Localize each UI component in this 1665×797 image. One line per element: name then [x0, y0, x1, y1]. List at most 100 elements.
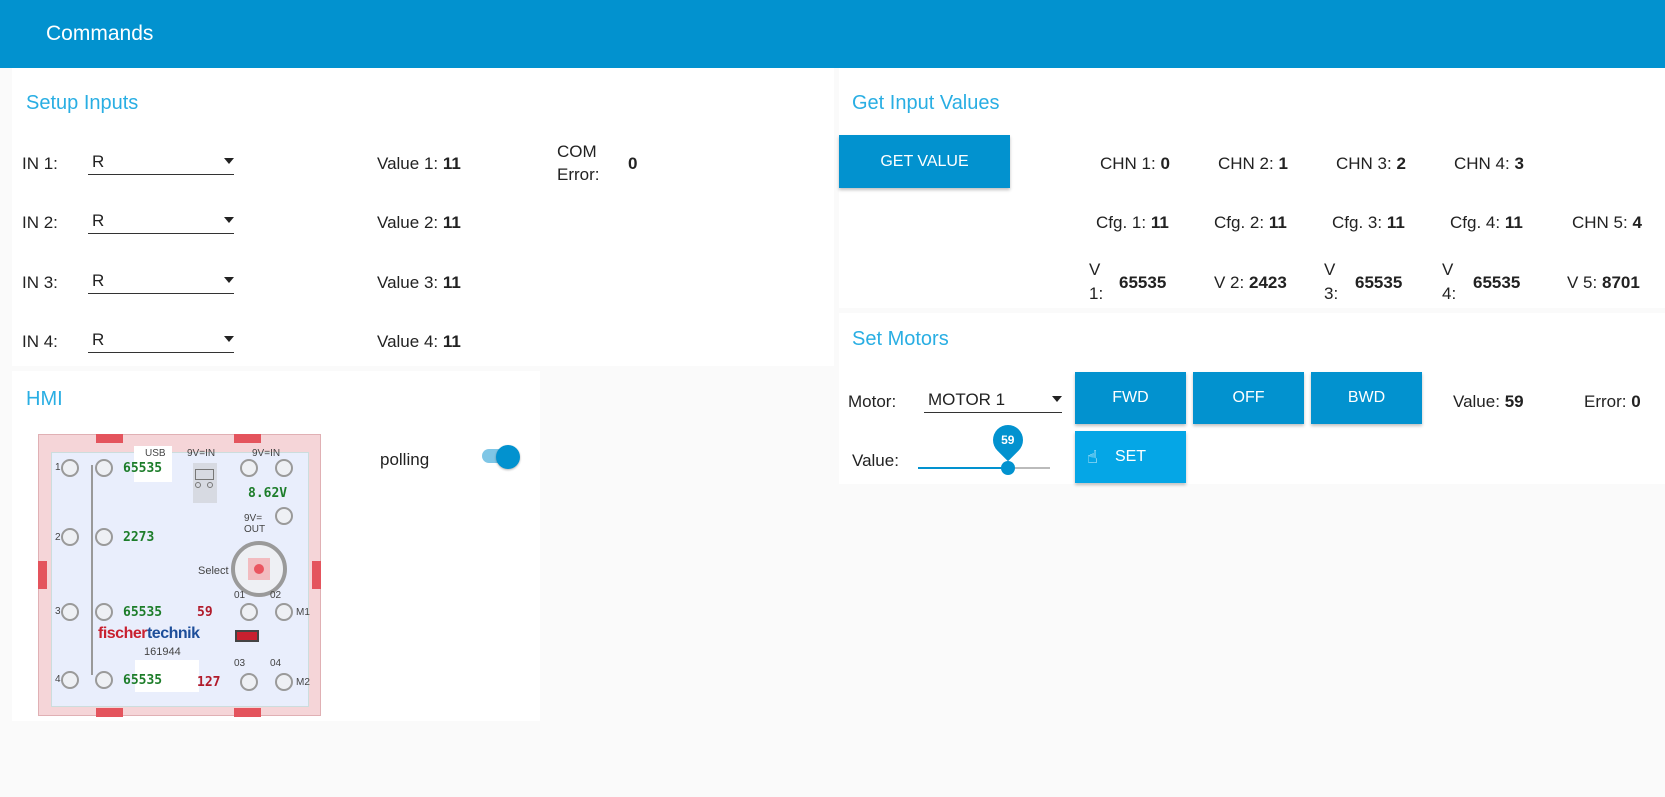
in2-mode-select[interactable]: R — [88, 208, 234, 234]
model-number: 161944 — [144, 646, 181, 658]
value1-value: 11 — [442, 154, 461, 173]
in1-mode-select[interactable]: R — [88, 149, 234, 175]
polling-label: polling — [380, 450, 430, 469]
value1-label: Value 1: — [377, 154, 439, 173]
cfg3-value: 11 — [1386, 213, 1405, 232]
v1-number: 65535 — [1119, 273, 1167, 292]
voltage-readout: 8.62V — [248, 486, 288, 501]
app-header: Commands — [0, 0, 1665, 68]
v4-label-b: 4: — [1442, 284, 1457, 303]
motor2-readout: 127 — [197, 675, 221, 690]
com-error-label-2: Error: — [557, 165, 600, 184]
v3-label-b: 3: — [1324, 284, 1339, 303]
controller-board: USB 9V=IN 9V=IN 8.62V 9V= OUT 1 65535 2 … — [38, 434, 321, 717]
input-value-1: 65535 — [123, 461, 163, 476]
chn5-label: CHN 5: — [1572, 213, 1628, 232]
in2-label: IN 2: — [22, 213, 58, 232]
input-number-3: 3 — [55, 606, 61, 617]
input-port-4-ground — [95, 671, 113, 689]
power-port-2 — [275, 459, 293, 477]
input-value-4: 65535 — [123, 673, 163, 688]
in4-mode-select[interactable]: R — [88, 327, 234, 353]
chn5-value: 4 — [1632, 213, 1642, 232]
input-port-1 — [61, 459, 79, 477]
cfg3-label: Cfg. 3: — [1332, 213, 1383, 232]
input-number-1: 1 — [55, 462, 61, 473]
v1-label-a: V — [1089, 260, 1101, 279]
output-label-o4: 04 — [270, 658, 282, 669]
nine-v-in-label-2: 9V=IN — [252, 448, 281, 459]
off-button[interactable]: OFF — [1193, 372, 1304, 424]
input-number-2: 2 — [55, 532, 61, 543]
input-number-4: 4 — [55, 674, 61, 685]
value4-readout: Value 4: 11 — [377, 332, 461, 352]
nine-v-in-label-1: 9V=IN — [187, 448, 216, 459]
in3-mode-value: R — [92, 271, 105, 290]
cfg4: Cfg. 4: 11 — [1450, 213, 1523, 233]
v2: V 2: 2423 — [1214, 273, 1287, 293]
setup-inputs-title: Setup Inputs — [26, 92, 139, 114]
hand-pointer-icon: ☝ — [1087, 447, 1098, 467]
v2-value: 2423 — [1248, 273, 1287, 292]
chevron-down-icon — [1052, 396, 1062, 402]
get-input-values-title: Get Input Values — [852, 92, 1000, 114]
chn3-label: CHN 3: — [1336, 154, 1392, 173]
v3-value: 65535 — [1355, 273, 1402, 293]
slider-fill — [918, 467, 1008, 469]
brand-emblem — [235, 630, 259, 642]
cfg4-value: 11 — [1504, 213, 1523, 232]
cfg1-value: 11 — [1150, 213, 1169, 232]
com-error-number: 0 — [628, 154, 638, 173]
in3-mode-select[interactable]: R — [88, 268, 234, 294]
value2-value: 11 — [442, 213, 461, 232]
motor-error-readout: Error: 0 — [1584, 392, 1641, 412]
chevron-down-icon — [224, 158, 234, 164]
chn2: CHN 2: 1 — [1218, 154, 1288, 174]
power-out-port — [275, 507, 293, 525]
polling-toggle-knob[interactable] — [496, 445, 520, 469]
motor-label-m2: M2 — [296, 677, 310, 688]
slider-thumb[interactable] — [1000, 461, 1015, 475]
in4-label: IN 4: — [22, 332, 58, 351]
set-button[interactable]: ☝ SET — [1075, 431, 1186, 483]
slider-label: Value: — [852, 451, 899, 470]
board-tab — [38, 561, 47, 589]
in4-mode-value: R — [92, 330, 105, 349]
output-label-o3: 03 — [234, 658, 246, 669]
motor-value-label: Value: — [1453, 392, 1500, 411]
select-button[interactable] — [231, 541, 287, 597]
in3-label: IN 3: — [22, 273, 58, 292]
board-tab — [96, 434, 123, 443]
value4-label: Value 4: — [377, 332, 439, 351]
motor-value-readout: Value: 59 — [1453, 392, 1524, 412]
battery-icon — [193, 463, 217, 503]
set-button-label: SET — [1114, 448, 1147, 465]
v2-label: V 2: — [1214, 273, 1245, 292]
get-value-button[interactable]: GET VALUE — [839, 135, 1010, 188]
v3-number: 65535 — [1355, 273, 1403, 292]
board-tab — [96, 708, 123, 717]
nine-v-out-label-a: 9V= — [244, 513, 263, 524]
v4-value: 65535 — [1473, 273, 1520, 293]
motor1-readout: 59 — [197, 605, 213, 620]
input-port-3-ground — [95, 603, 113, 621]
chn1-label: CHN 1: — [1100, 154, 1156, 173]
in2-mode-value: R — [92, 211, 105, 230]
bwd-button[interactable]: BWD — [1311, 372, 1422, 424]
output-port-o1 — [240, 603, 258, 621]
motor-label: Motor: — [848, 392, 897, 411]
chn4-value: 3 — [1514, 154, 1524, 173]
input-port-2-ground — [95, 528, 113, 546]
power-port-1 — [240, 459, 258, 477]
board-tab — [234, 434, 261, 443]
motor-error-number: 0 — [1631, 392, 1641, 411]
v1-value: 65535 — [1119, 273, 1166, 293]
hmi-title: HMI — [26, 388, 63, 410]
chn2-value: 1 — [1278, 154, 1288, 173]
rail-line — [91, 465, 93, 675]
value4-value: 11 — [442, 332, 461, 351]
fwd-button[interactable]: FWD — [1075, 372, 1186, 424]
motor-select[interactable]: MOTOR 1 — [924, 387, 1062, 413]
fischertechnik-logo: fischertechnik — [98, 625, 200, 643]
chevron-down-icon — [224, 336, 234, 342]
